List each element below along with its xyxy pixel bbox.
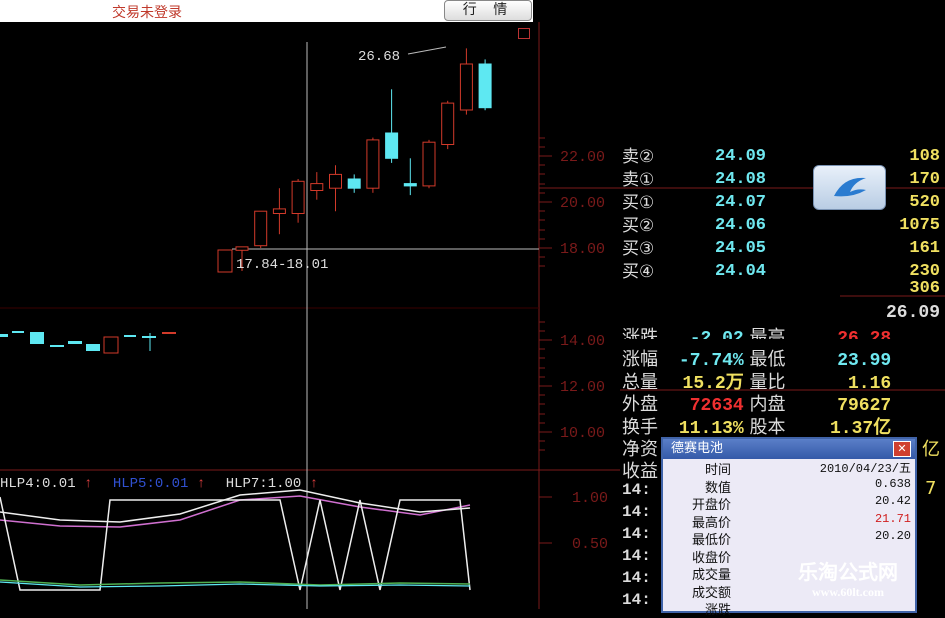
orderbook-price: 24.09 xyxy=(715,147,767,166)
high-annotation: 26.68 xyxy=(358,49,400,65)
price-axis-label: 22.00 xyxy=(560,149,605,166)
orderbook-price: 24.06 xyxy=(715,216,767,235)
tick-time: 14: xyxy=(622,591,651,609)
popup-row-label: 最低价 xyxy=(691,533,731,548)
candle-body xyxy=(310,183,324,192)
price-axis: 22.00 20.00 18.00 14.00 12.00 10.00 xyxy=(539,137,605,451)
popup-title-text: 德赛电池 xyxy=(671,441,724,456)
candle-body xyxy=(217,249,233,273)
stat-row-earnings-value: 7 xyxy=(925,478,937,499)
popup-row: 开盘价 20.42 xyxy=(663,494,915,513)
orderbook-label: 买④ xyxy=(622,262,655,282)
tick-time: 14: xyxy=(622,569,651,587)
orderbook-label: 买③ xyxy=(622,239,655,259)
close-icon[interactable]: ✕ xyxy=(893,441,911,457)
candle-body xyxy=(441,102,455,145)
tick-time: 14: xyxy=(622,503,651,521)
indicator-lines xyxy=(0,489,471,591)
tick-time: 14: xyxy=(622,481,651,499)
popup-row-label: 时间 xyxy=(704,463,731,478)
hlp5-label: HLP5:0.01 xyxy=(112,476,189,492)
candle-body xyxy=(459,63,473,111)
orderbook-label: 买② xyxy=(622,216,655,236)
candle-body xyxy=(347,178,361,189)
popup-row-value: 0.638 xyxy=(874,476,911,491)
popup-row-label: 数值 xyxy=(704,480,731,496)
popup-row: 涨跌 xyxy=(663,599,915,618)
popup-row-label: 收盘价 xyxy=(691,550,731,566)
candle-body xyxy=(478,63,492,109)
hlp4-arrow: ↑ xyxy=(84,476,93,492)
orderbook-price: 24.08 xyxy=(715,170,767,189)
popup-row-value: 21.71 xyxy=(874,511,911,526)
popup-row-value: 20.20 xyxy=(874,529,911,543)
candle-body xyxy=(254,210,268,247)
bird-icon xyxy=(834,177,866,197)
candle-body xyxy=(329,173,342,189)
popup-row: 最低价 20.20 xyxy=(663,529,915,548)
hlp5-arrow: ↑ xyxy=(196,476,206,492)
indicator-axis-label: 1.00 xyxy=(572,490,608,507)
price-axis-label: 14.00 xyxy=(560,333,605,350)
indicator-legend: HLP4:0.01 ↑ HLP5:0.01 ↑ HLP7:1.00 ↑ xyxy=(0,476,318,492)
orderbook-volume: 161 xyxy=(909,239,940,258)
popup-row-value: 2010/04/23/五 xyxy=(819,462,911,476)
popup-title: 德赛电池 ✕ xyxy=(663,439,915,459)
stat-row-netasset-value: 亿 xyxy=(922,439,940,460)
popup-row-label: 最高价 xyxy=(691,515,731,531)
indicator-axis: 1.00 0.50 xyxy=(539,490,608,553)
price-axis-label: 18.00 xyxy=(560,241,605,258)
price-axis-label: 10.00 xyxy=(560,425,605,442)
extra-volume: 306 xyxy=(909,279,940,298)
orderbook-label: 卖② xyxy=(622,147,655,167)
popup-row-value: 20.42 xyxy=(874,494,911,508)
candle-body xyxy=(403,183,417,187)
price-axis-label: 20.00 xyxy=(560,195,605,212)
candle-body xyxy=(291,180,305,215)
stat-row-earnings: 收益 xyxy=(622,461,658,482)
watermark-title: 乐淘公式网 xyxy=(798,560,898,584)
watermark: 乐淘公式网 www.60lt.com xyxy=(768,556,928,600)
stat-row-change: 涨跌 -2.02 最高 26.28 xyxy=(622,327,892,339)
range-annotation: 17.84-18.01 xyxy=(236,257,328,273)
watermark-url: www.60lt.com xyxy=(812,585,884,599)
mini-candles xyxy=(0,331,176,354)
tick-time: 14: xyxy=(622,547,651,565)
popup-row-label: 成交量 xyxy=(691,568,731,583)
current-price: 26.09 xyxy=(885,303,940,323)
hlp7-label: HLP7:1.00 xyxy=(225,476,302,492)
orderbook-label: 买① xyxy=(622,193,655,213)
restore-icon[interactable] xyxy=(518,28,530,39)
candle-body xyxy=(385,132,399,159)
candle-body xyxy=(422,141,436,187)
tick-time: 14: xyxy=(622,525,651,543)
popup-row: 时间 2010/04/23/五 xyxy=(663,459,915,478)
stat-row-turnover: 换手 11.13% 股本 1.37亿 xyxy=(622,417,892,439)
candle-body xyxy=(366,139,380,189)
indicator-axis-label: 0.50 xyxy=(572,536,608,553)
orderbook-price: 24.07 xyxy=(715,193,767,212)
orderbook-label: 卖① xyxy=(622,170,655,190)
candlestick-series xyxy=(217,48,492,273)
high-arrow-line xyxy=(407,46,447,55)
orderbook-price: 24.05 xyxy=(715,239,767,258)
price-axis-label: 12.00 xyxy=(560,379,605,396)
popup-row-label: 开盘价 xyxy=(691,498,731,513)
candle-body xyxy=(235,246,249,251)
popup-row-label: 成交额 xyxy=(691,585,731,601)
hlp7-arrow: ↑ xyxy=(309,476,319,492)
hlp4-label: HLP4:0.01 xyxy=(0,476,76,492)
quick-trade-button[interactable] xyxy=(813,165,886,210)
candle-body xyxy=(272,208,286,214)
popup-row: 数值 0.638 xyxy=(663,476,915,496)
orderbook-price: 24.04 xyxy=(715,262,767,281)
orderbook-volume: 1075 xyxy=(899,216,940,235)
popup-row: 最高价 21.71 xyxy=(663,511,915,531)
